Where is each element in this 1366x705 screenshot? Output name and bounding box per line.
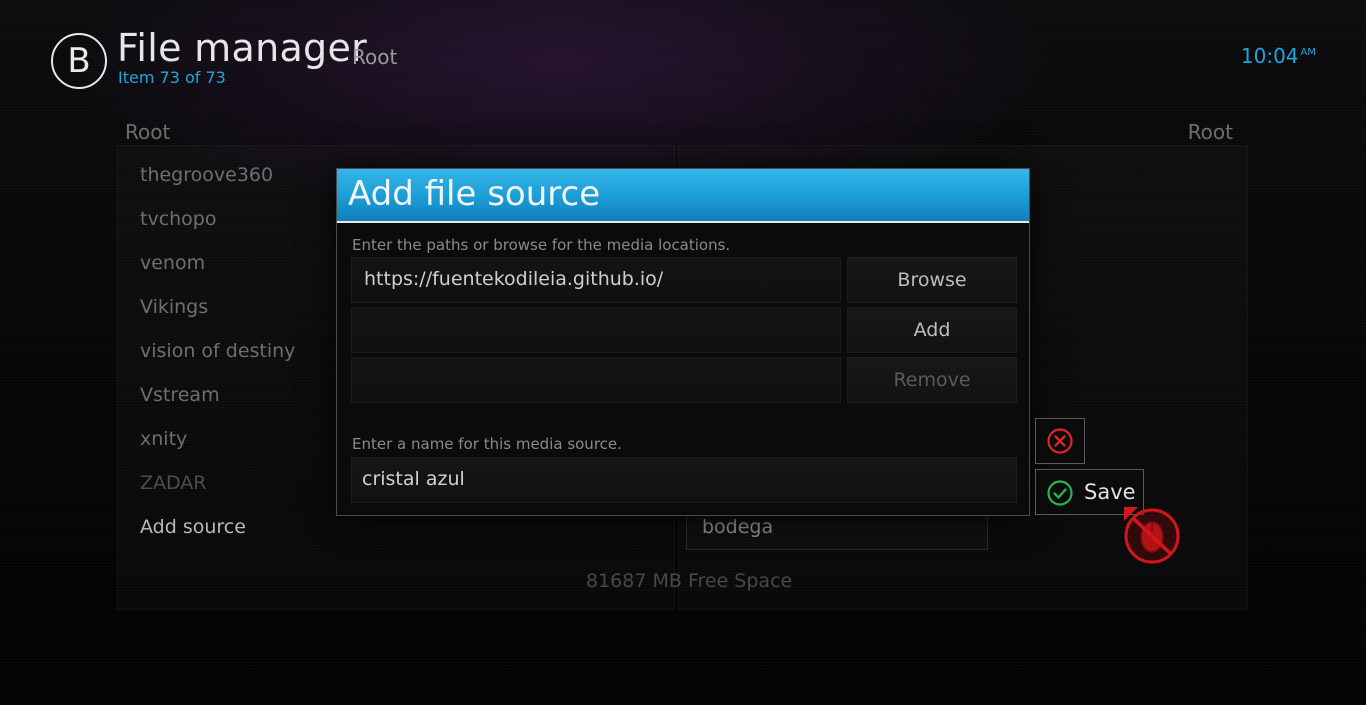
right-pane-heading: Root [1187,120,1233,144]
path-entry-3[interactable] [351,357,841,403]
path-value: https://fuentekodileia.github.io/ [364,268,664,290]
left-pane-heading: Root [125,120,171,144]
mouse-disabled-icon [1124,507,1180,564]
right-selected-label: bodega [702,516,774,538]
path-entry-2[interactable] [351,307,841,353]
paths-label: Enter the paths or browse for the media … [352,236,731,254]
dialog-title: Add file source [348,174,601,214]
clock-ampm: AM [1300,47,1316,58]
skin-logo-icon: B [51,33,107,89]
page-title: File manager [117,26,368,70]
page-subtitle: Root [352,45,398,69]
file-manager-screen: B File manager Root Item 73 of 73 10:04 A… [0,0,1366,705]
source-name-value: cristal azul [362,468,465,490]
item-counter: Item 73 of 73 [118,68,226,87]
source-name-field[interactable]: cristal azul [351,457,1017,503]
free-space-label: 81687 MB Free Space [586,570,793,592]
logo-letter: B [67,41,91,81]
name-label: Enter a name for this media source. [352,435,622,453]
clock-time: 10:04 [1240,44,1299,68]
add-path-button[interactable]: Add [847,307,1017,353]
path-entry-1[interactable]: https://fuentekodileia.github.io/ [351,257,841,303]
close-circle-icon [1047,428,1073,454]
clock: 10:04 AM [1241,44,1316,68]
browse-button[interactable]: Browse [847,257,1017,303]
save-label: Save [1084,480,1136,504]
cancel-button[interactable] [1035,418,1085,464]
dialog-title-bar: Add file source [337,169,1029,223]
check-circle-icon [1047,480,1073,506]
remove-path-button[interactable]: Remove [847,357,1017,403]
add-file-source-dialog: Add file source Enter the paths or brows… [336,168,1030,516]
